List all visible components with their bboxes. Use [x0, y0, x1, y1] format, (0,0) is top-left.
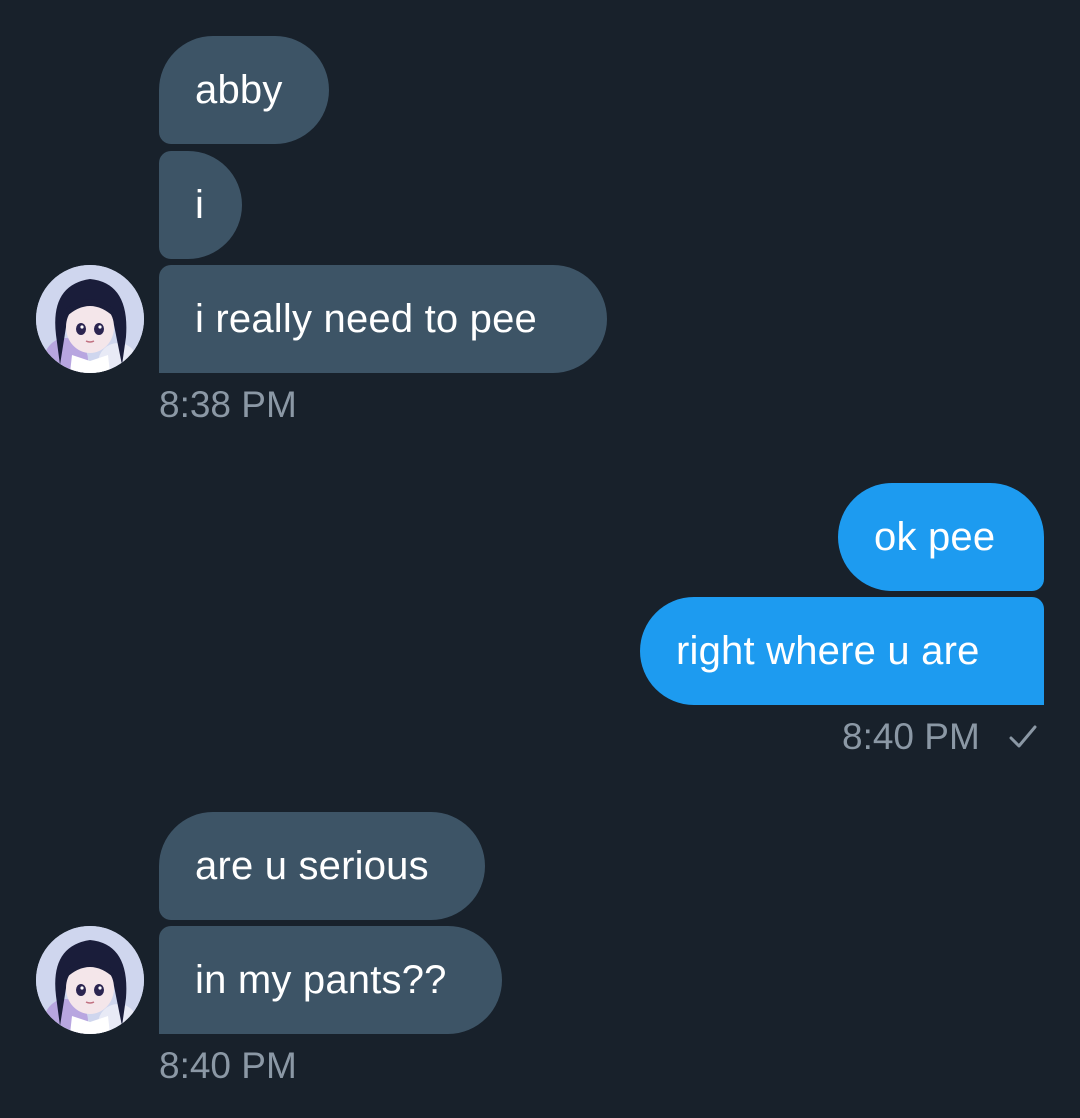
message-text: are u serious [195, 843, 429, 888]
message-text: i really need to pee [195, 296, 538, 341]
anime-girl-avatar-icon [36, 265, 144, 373]
message-text: i [195, 182, 205, 227]
message-text: ok pee [874, 514, 996, 559]
sender-avatar[interactable] [36, 926, 144, 1034]
message-text: in my pants?? [195, 957, 447, 1002]
dm-conversation: abby i i really need to pee 8:38 PM ok p… [0, 0, 1080, 1118]
message-text: right where u are [676, 628, 980, 673]
incoming-message-bubble[interactable]: abby [159, 36, 329, 144]
anime-girl-avatar-icon [36, 926, 144, 1034]
incoming-message-bubble[interactable]: are u serious [159, 812, 485, 920]
checkmark-icon [1009, 725, 1037, 748]
message-text: abby [195, 67, 283, 112]
message-timestamp: 8:40 PM [159, 1045, 297, 1086]
message-timestamp: 8:38 PM [159, 384, 297, 425]
message-timestamp: 8:40 PM [842, 716, 980, 757]
outgoing-message-bubble[interactable]: ok pee [838, 483, 1044, 591]
outgoing-message-bubble[interactable]: right where u are [640, 597, 1044, 705]
incoming-message-bubble[interactable]: i [159, 151, 242, 259]
incoming-message-bubble[interactable]: i really need to pee [159, 265, 607, 373]
incoming-message-bubble[interactable]: in my pants?? [159, 926, 502, 1034]
sender-avatar[interactable] [36, 265, 144, 373]
